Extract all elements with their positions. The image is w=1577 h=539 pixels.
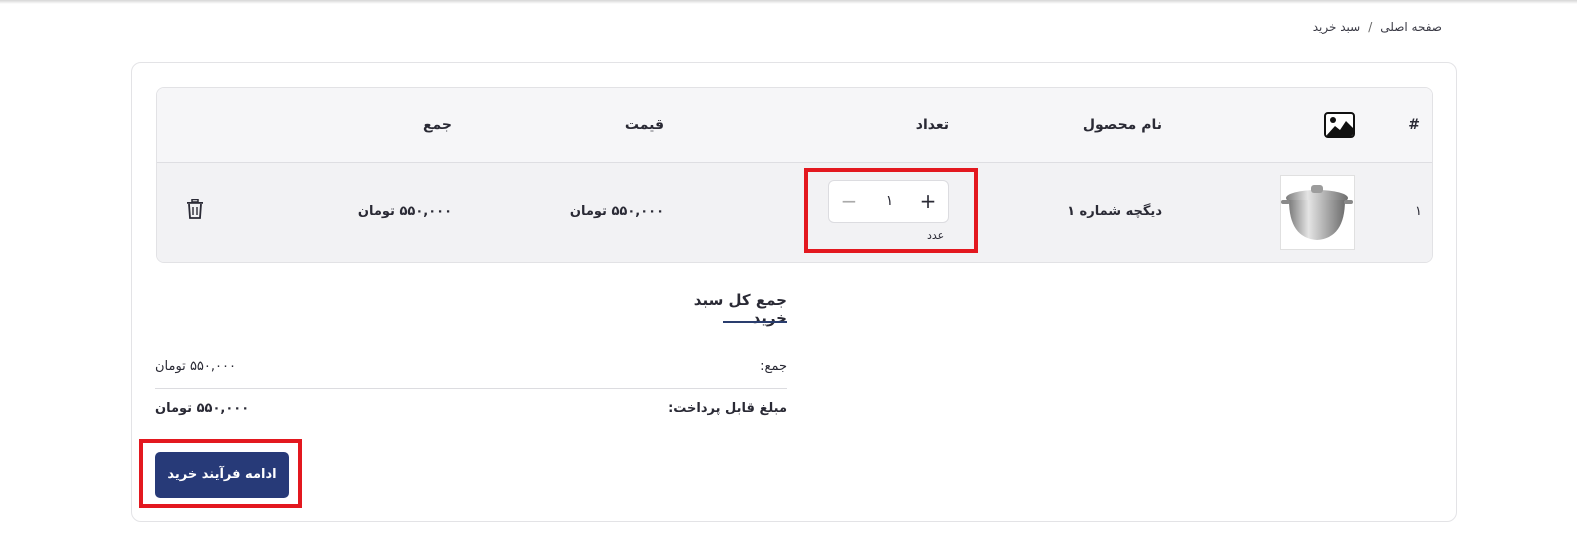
- row-index: ۱: [1415, 204, 1422, 219]
- summary-divider: [155, 388, 787, 389]
- row-product-name[interactable]: دیگچه شماره ۱: [1067, 204, 1162, 219]
- trash-icon[interactable]: [186, 198, 204, 219]
- subtotal-row: جمع: ۵۵۰,۰۰۰ تومان: [155, 359, 787, 383]
- table-row: ۱ دیگچه شماره ۱ − ۱ + عدد ۵۵۰,۰۰۰ تومان …: [157, 163, 1432, 262]
- breadcrumb-home[interactable]: صفحه اصلی: [1380, 20, 1442, 34]
- summary-title-underline: [723, 321, 787, 323]
- product-image[interactable]: [1280, 175, 1355, 250]
- header-index: #: [1408, 117, 1420, 133]
- payable-value: ۵۵۰,۰۰۰ تومان: [155, 401, 250, 416]
- breadcrumb-current: سبد خرید: [1312, 20, 1361, 34]
- table-header: # نام محصول تعداد قیمت جمع: [157, 88, 1432, 163]
- subtotal-value: ۵۵۰,۰۰۰ تومان: [155, 359, 236, 374]
- top-shadow: [0, 0, 1577, 4]
- payable-label: مبلغ قابل پرداخت:: [668, 401, 787, 416]
- row-price: ۵۵۰,۰۰۰ تومان: [569, 204, 664, 219]
- subtotal-label: جمع:: [760, 359, 787, 374]
- breadcrumb: صفحه اصلی / سبد خرید: [1313, 20, 1442, 34]
- header-total: جمع: [422, 117, 452, 133]
- breadcrumb-separator: /: [1368, 20, 1373, 34]
- cart-table: # نام محصول تعداد قیمت جمع ۱ دیگچه شماره…: [156, 87, 1433, 263]
- quantity-highlight-box: [804, 168, 978, 253]
- header-product-name: نام محصول: [1082, 117, 1162, 133]
- image-icon: [1324, 112, 1355, 138]
- cart-card: # نام محصول تعداد قیمت جمع ۱ دیگچه شماره…: [131, 62, 1457, 522]
- header-quantity: تعداد: [915, 117, 949, 133]
- checkout-highlight-box: [139, 439, 302, 508]
- header-price: قیمت: [624, 117, 664, 133]
- row-total: ۵۵۰,۰۰۰ تومان: [357, 204, 452, 219]
- payable-row: مبلغ قابل پرداخت: ۵۵۰,۰۰۰ تومان: [155, 401, 787, 425]
